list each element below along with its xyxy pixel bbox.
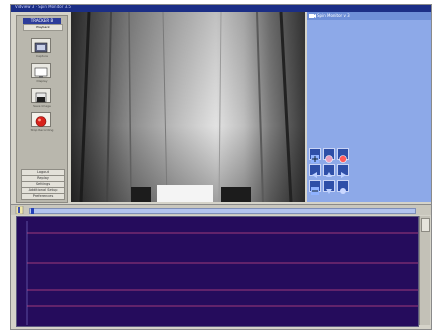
- display-label: Display: [36, 79, 48, 83]
- arrow-up-icon: [326, 172, 332, 177]
- display-button[interactable]: [31, 63, 51, 78]
- pan-right-control[interactable]: [337, 164, 349, 178]
- signal-graph: [16, 216, 419, 327]
- control-panel-header: Spin Monitor v 3: [307, 12, 431, 20]
- capture-label: Capture: [36, 54, 48, 58]
- arrow-down-icon: [326, 189, 332, 194]
- window-title: Vidview 3 · Spin Monitor 3.5: [15, 4, 71, 9]
- monitor-icon: [34, 67, 48, 78]
- tilt-down-control[interactable]: [323, 180, 335, 194]
- iris-icon: [339, 155, 347, 163]
- graph-plot: [26, 221, 418, 325]
- application-window: Vidview 3 · Spin Monitor 3.5 TRACKER B P…: [10, 4, 432, 330]
- home-position-control[interactable]: [337, 180, 349, 194]
- timeline-start-icon[interactable]: [15, 206, 25, 214]
- home-icon: [340, 188, 346, 194]
- timeline-bar: [11, 204, 431, 215]
- stop-record-button[interactable]: [31, 112, 51, 127]
- focus-icon: [325, 155, 333, 163]
- camera-image: [71, 12, 305, 202]
- control-panel: Spin Monitor v 3: [307, 12, 431, 202]
- camera-icon: [309, 14, 316, 18]
- capture-button[interactable]: [31, 38, 51, 53]
- preferences-button[interactable]: Preferences: [21, 193, 65, 200]
- zoom-out-icon: [311, 187, 319, 195]
- arrow-right-icon: [341, 172, 346, 178]
- control-panel-title: Spin Monitor v 3: [317, 13, 350, 18]
- camera-view[interactable]: [71, 12, 305, 202]
- title-bar: Vidview 3 · Spin Monitor 3.5: [11, 5, 431, 12]
- save-image-button[interactable]: [31, 88, 51, 103]
- graph-scrollbar[interactable]: [419, 216, 430, 325]
- scroll-thumb[interactable]: [421, 218, 430, 232]
- tool-panel: TRACKER B Playback Capture Display Save …: [16, 15, 68, 203]
- save-image-label: Save Image: [33, 104, 51, 108]
- focus-control[interactable]: [323, 148, 335, 163]
- pan-left-control[interactable]: [309, 164, 321, 178]
- tilt-up-control[interactable]: [323, 164, 335, 177]
- arrow-left-icon: [312, 172, 317, 178]
- timeline-handle[interactable]: [31, 208, 34, 214]
- playback-label[interactable]: Playback: [23, 24, 63, 31]
- zoom-in-icon: [311, 155, 319, 163]
- save-image-icon: [35, 92, 47, 103]
- iris-control[interactable]: [337, 148, 349, 163]
- stop-record-icon: [35, 116, 47, 127]
- zoom-out-control[interactable]: [309, 180, 321, 195]
- zoom-in-control[interactable]: [309, 148, 321, 163]
- stop-record-label: Stop Recording: [30, 128, 54, 132]
- timeline-track[interactable]: [29, 208, 416, 214]
- video-capture-icon: [34, 42, 48, 53]
